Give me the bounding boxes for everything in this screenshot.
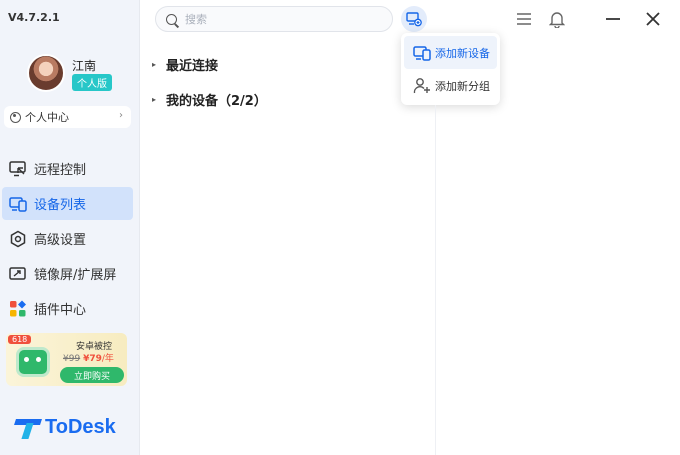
nav-label: 插件中心 xyxy=(34,303,87,318)
nav-label: 高级设置 xyxy=(34,233,87,248)
buy-now-button[interactable]: 立即购买 xyxy=(60,367,124,383)
add-device-menu-button[interactable] xyxy=(401,6,427,32)
profile-center-button[interactable]: 个人中心 › xyxy=(4,106,131,128)
menu-icon[interactable] xyxy=(513,8,535,30)
promo-price: ¥99 ¥79/年 xyxy=(63,351,114,364)
search-input[interactable] xyxy=(185,12,375,26)
todesk-logo: ToDesk xyxy=(15,416,116,439)
todesk-logo-icon xyxy=(15,417,41,439)
android-robot-icon xyxy=(16,347,50,377)
menu-item-add-device[interactable]: 添加新设备 xyxy=(404,36,497,69)
bell-icon[interactable] xyxy=(546,8,568,30)
nav-item-plugin-center[interactable]: 插件中心 xyxy=(2,292,133,325)
nav-item-remote-control[interactable]: 远程控制 xyxy=(2,152,133,185)
nav-item-advanced-settings[interactable]: 高级设置 xyxy=(2,222,133,255)
add-device-icon xyxy=(413,44,431,62)
plan-badge: 个人版 xyxy=(72,74,112,91)
tree-group-label: 我的设备（2/2） xyxy=(166,93,267,109)
mirror-screen-icon xyxy=(8,264,28,284)
expand-arrow-icon: ▸ xyxy=(152,59,157,69)
menu-item-label: 添加新设备 xyxy=(435,46,490,60)
promo-tag: 618 xyxy=(8,335,32,344)
promo-banner[interactable]: 618 安卓被控 ¥99 ¥79/年 立即购买 xyxy=(6,333,127,386)
menu-item-label: 添加新分组 xyxy=(435,79,490,93)
menu-item-add-group[interactable]: 添加新分组 xyxy=(404,69,497,102)
price-unit: /年 xyxy=(101,354,114,364)
sidebar: V4.7.2.1 江南 个人版 个人中心 › 远程控制 设备列表 高级设置 镜像… xyxy=(0,0,140,455)
device-tree: ▸ 最近连接 ▸ 我的设备（2/2） xyxy=(152,55,267,125)
tree-group-my-devices[interactable]: ▸ 我的设备（2/2） xyxy=(152,90,267,109)
tree-group-recent[interactable]: ▸ 最近连接 xyxy=(152,55,267,74)
add-menu-dropdown: 添加新设备 添加新分组 xyxy=(401,33,500,105)
version-label: V4.7.2.1 xyxy=(8,11,60,24)
username: 江南 xyxy=(72,59,97,73)
close-icon[interactable] xyxy=(642,8,664,30)
avatar[interactable] xyxy=(27,54,65,92)
nav-label: 设备列表 xyxy=(34,198,87,213)
user-icon xyxy=(10,111,21,123)
chevron-right-icon: › xyxy=(119,110,123,121)
new-price: ¥79 xyxy=(83,354,102,364)
panel-divider xyxy=(435,105,436,455)
old-price: ¥99 xyxy=(63,354,81,364)
profile-center-label: 个人中心 xyxy=(25,111,69,124)
add-device-icon xyxy=(406,11,422,26)
add-group-icon xyxy=(413,77,431,95)
search-icon xyxy=(166,13,177,25)
devices-icon xyxy=(8,194,28,214)
brand-name: ToDesk xyxy=(45,416,116,438)
remote-control-icon xyxy=(8,159,28,179)
nav-label: 远程控制 xyxy=(34,163,87,178)
nav-label: 镜像屏/扩展屏 xyxy=(34,268,117,283)
search-box[interactable] xyxy=(155,6,393,32)
plugin-grid-icon xyxy=(8,299,28,319)
settings-hexagon-icon xyxy=(8,229,28,249)
tree-group-label: 最近连接 xyxy=(166,58,219,74)
nav-item-device-list[interactable]: 设备列表 xyxy=(2,187,133,220)
minimize-icon[interactable] xyxy=(602,8,624,30)
nav-item-mirror-screen[interactable]: 镜像屏/扩展屏 xyxy=(2,257,133,290)
expand-arrow-icon: ▸ xyxy=(152,94,157,104)
